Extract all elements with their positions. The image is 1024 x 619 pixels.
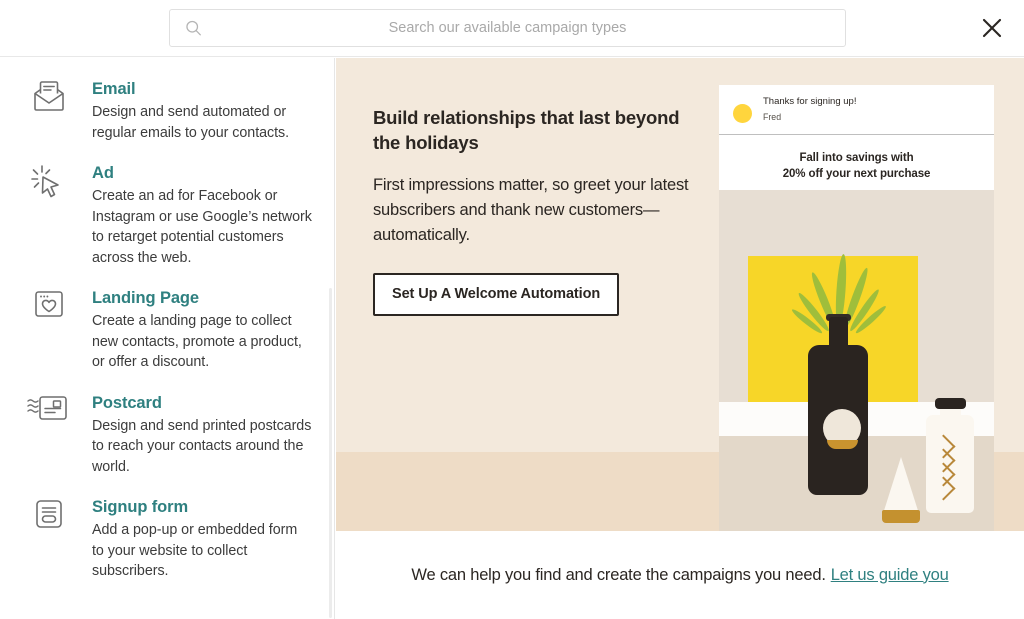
footer-bar: We can help you find and create the camp… bbox=[336, 531, 1024, 619]
email-subject: Thanks for signing up! bbox=[763, 96, 857, 107]
email-promo-line1: Fall into savings with bbox=[799, 152, 914, 164]
striped-bottle-cap bbox=[935, 398, 966, 409]
close-button[interactable] bbox=[972, 8, 1012, 48]
promo-headline: Build relationships that last beyond the… bbox=[373, 107, 680, 153]
campaign-type-list[interactable]: Email Design and send automated or regul… bbox=[0, 58, 335, 619]
sidebar-item-label: Postcard bbox=[92, 393, 162, 412]
cursor-click-icon bbox=[25, 162, 73, 208]
search-icon bbox=[186, 20, 201, 36]
avatar bbox=[733, 104, 752, 123]
promo-panel: Build relationships that last beyond the… bbox=[336, 58, 1024, 531]
email-promo-line2: 20% off your next purchase bbox=[782, 168, 931, 180]
signup-form-icon bbox=[25, 496, 73, 542]
sidebar-item-email[interactable]: Email Design and send automated or regul… bbox=[0, 78, 334, 143]
sidebar-item-description: Design and send printed postcards to rea… bbox=[92, 417, 312, 475]
email-preview-card: Thanks for signing up! Fred Fall into sa… bbox=[719, 85, 994, 531]
promo-body: First impressions matter, so greet your … bbox=[373, 176, 689, 244]
campaign-type-picker: Email Design and send automated or regul… bbox=[0, 0, 1024, 619]
sidebar-item-postcard-text: Postcard Design and send printed postcar… bbox=[73, 392, 312, 478]
envelope-icon bbox=[25, 78, 73, 124]
sidebar-item-description: Create an ad for Facebook or Instagram o… bbox=[92, 188, 312, 266]
footer-text: We can help you find and create the camp… bbox=[411, 565, 826, 584]
setup-welcome-automation-button[interactable]: Set Up A Welcome Automation bbox=[373, 273, 620, 316]
product-photo bbox=[719, 190, 994, 531]
search-field-wrapper[interactable] bbox=[169, 9, 846, 47]
browser-heart-icon bbox=[25, 287, 73, 333]
white-cone bbox=[882, 457, 920, 517]
vase-circle-gold bbox=[827, 440, 858, 449]
sidebar-item-signup-form[interactable]: Signup form Add a pop-up or embedded for… bbox=[0, 496, 334, 582]
sidebar-item-label: Signup form bbox=[92, 498, 189, 516]
sidebar-scrollbar[interactable] bbox=[329, 288, 332, 618]
sidebar-item-description: Design and send automated or regular ema… bbox=[92, 104, 290, 141]
sidebar-item-email-text: Email Design and send automated or regul… bbox=[73, 78, 312, 143]
sidebar-item-ad-text: Ad Create an ad for Facebook or Instagra… bbox=[73, 162, 312, 268]
let-us-guide-you-link[interactable]: Let us guide you bbox=[831, 566, 949, 585]
cone-gold-base bbox=[882, 510, 920, 523]
sidebar-item-description: Create a landing page to collect new con… bbox=[92, 313, 302, 370]
sidebar-item-label: Landing Page bbox=[92, 289, 199, 307]
email-preview-header: Thanks for signing up! Fred bbox=[719, 85, 994, 135]
email-promo-text: Fall into savings with 20% off your next… bbox=[719, 135, 994, 194]
sidebar-item-signup-form-text: Signup form Add a pop-up or embedded for… bbox=[73, 496, 312, 582]
sidebar-item-landing-page[interactable]: Landing Page Create a landing page to co… bbox=[0, 287, 334, 373]
search-input[interactable] bbox=[170, 10, 845, 46]
promo-copy: Build relationships that last beyond the… bbox=[373, 105, 693, 316]
sidebar-item-landing-page-text: Landing Page Create a landing page to co… bbox=[73, 287, 312, 373]
sidebar-item-description: Add a pop-up or embedded form to your we… bbox=[92, 522, 298, 579]
postcard-icon bbox=[25, 392, 73, 438]
sidebar-item-label: Ad bbox=[92, 164, 114, 182]
sidebar-item-label: Email bbox=[92, 80, 136, 98]
email-sender: Fred bbox=[763, 112, 782, 122]
close-icon bbox=[982, 18, 1002, 38]
header-bar bbox=[0, 0, 1024, 57]
sidebar-item-postcard[interactable]: Postcard Design and send printed postcar… bbox=[0, 392, 334, 478]
sidebar-item-ad[interactable]: Ad Create an ad for Facebook or Instagra… bbox=[0, 162, 334, 268]
